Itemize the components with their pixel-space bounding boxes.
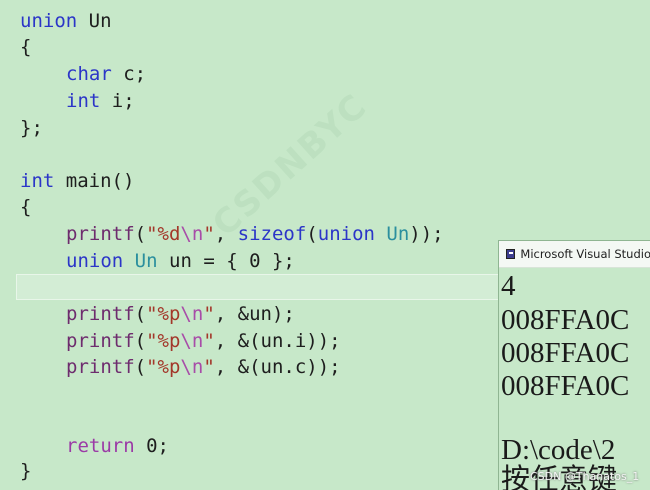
console-app-icon xyxy=(506,249,516,259)
main-open-brace: { xyxy=(20,196,32,218)
escape-newline: \n xyxy=(180,223,204,245)
printf-call: printf xyxy=(66,303,135,325)
code-line-4: int i; xyxy=(66,88,135,114)
code-line-14: printf("%p\n", &(un.c)); xyxy=(66,356,341,378)
console-line: D:\code\2 xyxy=(501,434,616,466)
escape-newline: \n xyxy=(180,303,204,325)
code-line-2: { xyxy=(20,34,31,60)
declaration: un = { 0 }; xyxy=(169,250,295,272)
format-string: "%p xyxy=(146,303,181,325)
union-name: Un xyxy=(88,10,112,32)
code-line-1: union Un xyxy=(20,8,112,34)
return-keyword: return xyxy=(66,435,135,457)
code-line-5: }; xyxy=(20,115,43,141)
code-line-9: printf("%d\n", sizeof(union Un)); xyxy=(66,223,444,245)
code-line-17: return 0; xyxy=(66,433,169,459)
code-line-10: union Un un = { 0 }; xyxy=(66,248,295,274)
code-line-8: { xyxy=(20,194,31,220)
printf-call: printf xyxy=(66,223,135,245)
current-line-highlight xyxy=(16,274,502,300)
printf-call: printf xyxy=(66,330,135,352)
code-line-3: char c; xyxy=(66,61,146,87)
console-window[interactable]: Microsoft Visual Studio 4 008FFA0C 008FF… xyxy=(498,240,650,490)
console-line: 008FFA0C xyxy=(501,337,630,369)
code-line-7: int main() xyxy=(20,168,134,194)
open-brace: { xyxy=(20,36,32,58)
source-credit: CSDN @Thanatos_1 xyxy=(530,470,640,483)
close-brace-semicolon: }; xyxy=(20,117,43,139)
type-char: char xyxy=(66,63,112,85)
format-string: "%p xyxy=(146,330,181,352)
return-value: 0; xyxy=(146,435,169,457)
main-signature: main() xyxy=(65,170,135,192)
code-line-18: } xyxy=(20,458,31,484)
console-line: 008FFA0C xyxy=(501,370,630,402)
return-type-int: int xyxy=(20,170,55,192)
code-line-12: printf("%p\n", &un); xyxy=(66,303,295,325)
escape-newline: \n xyxy=(180,330,204,352)
member-i: i; xyxy=(111,90,135,112)
escape-newline: \n xyxy=(180,356,204,378)
code-line-13: printf("%p\n", &(un.i)); xyxy=(66,330,341,352)
member-c: c; xyxy=(123,63,147,85)
type-un: Un xyxy=(386,223,410,245)
console-title: Microsoft Visual Studio xyxy=(520,247,650,261)
console-line: 4 xyxy=(501,270,516,302)
console-line: 008FFA0C xyxy=(501,304,630,336)
format-string: "%p xyxy=(146,356,181,378)
keyword-union: union xyxy=(20,10,78,32)
type-un: Un xyxy=(134,250,158,272)
main-close-brace: } xyxy=(20,460,32,482)
keyword-union: union xyxy=(66,250,124,272)
type-int: int xyxy=(66,90,101,112)
console-titlebar[interactable]: Microsoft Visual Studio xyxy=(499,241,650,268)
printf-call: printf xyxy=(66,356,135,378)
format-string: "%d xyxy=(146,223,181,245)
